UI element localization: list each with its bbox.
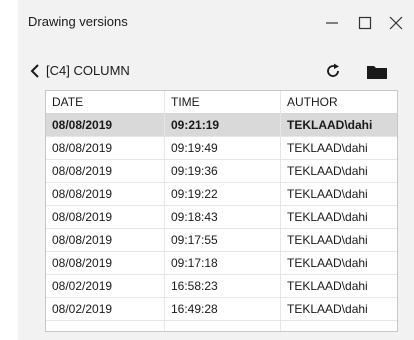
- table-row[interactable]: 08/08/2019 09:17:18 TEKLAAD\dahi: [46, 252, 397, 275]
- column-header-time[interactable]: TIME: [171, 95, 200, 109]
- table-header: DATE TIME AUTHOR: [46, 91, 397, 114]
- toolbar: [C4] COLUMN: [18, 56, 414, 86]
- time-cell: 16:49:28: [171, 302, 218, 316]
- column-header-author[interactable]: AUTHOR: [287, 95, 338, 109]
- time-cell: 09:18:43: [171, 210, 218, 224]
- object-label: [C4] COLUMN: [46, 63, 130, 78]
- close-icon[interactable]: [382, 8, 410, 36]
- table-body: 08/08/2019 09:21:19 TEKLAAD\dahi 08/08/2…: [46, 114, 397, 321]
- column-header-date[interactable]: DATE: [52, 95, 83, 109]
- table-row[interactable]: 08/08/2019 09:21:19 TEKLAAD\dahi: [46, 114, 397, 137]
- column-gridline: [280, 91, 281, 331]
- author-cell: TEKLAAD\dahi: [287, 187, 368, 201]
- folder-icon[interactable]: [366, 63, 388, 81]
- time-cell: 09:19:49: [171, 141, 218, 155]
- time-cell: 09:17:55: [171, 233, 218, 247]
- table-row[interactable]: 08/08/2019 09:17:55 TEKLAAD\dahi: [46, 229, 397, 252]
- date-cell: 08/08/2019: [52, 210, 113, 224]
- minimize-icon[interactable]: [318, 8, 346, 36]
- date-cell: 08/08/2019: [52, 164, 113, 178]
- author-cell: TEKLAAD\dahi: [287, 256, 368, 270]
- time-cell: 09:19:22: [171, 187, 218, 201]
- time-cell: 09:21:19: [171, 118, 220, 132]
- author-cell: TEKLAAD\dahi: [287, 141, 368, 155]
- author-cell: TEKLAAD\dahi: [287, 118, 373, 132]
- date-cell: 08/08/2019: [52, 187, 113, 201]
- back-chevron-icon[interactable]: [30, 64, 40, 78]
- date-cell: 08/08/2019: [52, 141, 113, 155]
- author-cell: TEKLAAD\dahi: [287, 302, 368, 316]
- maximize-icon[interactable]: [351, 8, 379, 36]
- date-cell: 08/08/2019: [52, 256, 113, 270]
- date-cell: 08/02/2019: [52, 279, 113, 293]
- versions-table: DATE TIME AUTHOR 08/08/2019 09:21:19 TEK…: [45, 90, 398, 332]
- time-cell: 09:19:36: [171, 164, 218, 178]
- drawing-versions-window: Drawing versions [C4] COLUMN DATE TIME A…: [18, 0, 414, 340]
- table-row[interactable]: 08/08/2019 09:19:49 TEKLAAD\dahi: [46, 137, 397, 160]
- table-row[interactable]: 08/08/2019 09:19:22 TEKLAAD\dahi: [46, 183, 397, 206]
- table-row[interactable]: 08/02/2019 16:49:28 TEKLAAD\dahi: [46, 298, 397, 321]
- time-cell: 09:17:18: [171, 256, 218, 270]
- time-cell: 16:58:23: [171, 279, 218, 293]
- date-cell: 08/02/2019: [52, 302, 113, 316]
- column-gridline: [164, 91, 165, 331]
- table-row[interactable]: 08/02/2019 16:58:23 TEKLAAD\dahi: [46, 275, 397, 298]
- author-cell: TEKLAAD\dahi: [287, 233, 368, 247]
- table-row[interactable]: 08/08/2019 09:19:36 TEKLAAD\dahi: [46, 160, 397, 183]
- author-cell: TEKLAAD\dahi: [287, 279, 368, 293]
- refresh-icon[interactable]: [324, 62, 342, 80]
- table-row[interactable]: 08/08/2019 09:18:43 TEKLAAD\dahi: [46, 206, 397, 229]
- author-cell: TEKLAAD\dahi: [287, 164, 368, 178]
- date-cell: 08/08/2019: [52, 233, 113, 247]
- title-bar: Drawing versions: [18, 0, 414, 44]
- author-cell: TEKLAAD\dahi: [287, 210, 368, 224]
- date-cell: 08/08/2019: [52, 118, 113, 132]
- window-title: Drawing versions: [28, 14, 128, 29]
